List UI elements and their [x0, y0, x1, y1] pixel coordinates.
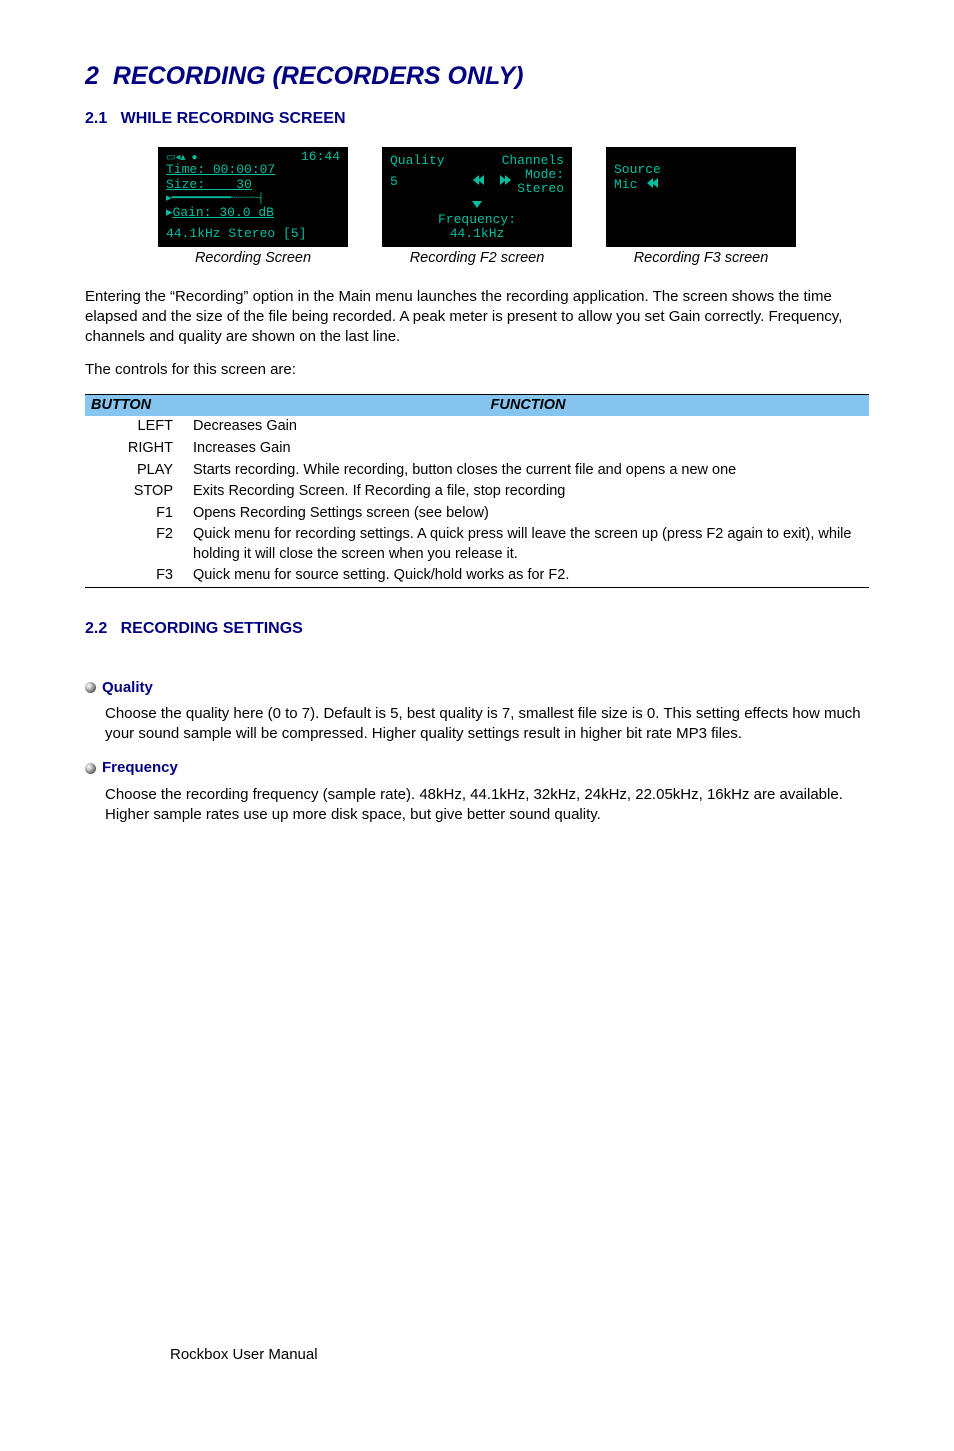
caption-f2: Recording F2 screen — [410, 249, 545, 269]
figure-f2: Quality Channels 5 Mode: Stereo Frequenc… — [382, 147, 572, 269]
setting-frequency-body: Choose the recording frequency (sample r… — [105, 785, 869, 826]
peak-meter: ▸━━━━━━━━━┄┄┄┄┤ — [166, 193, 340, 205]
bullet-icon — [85, 682, 96, 693]
table-row: PLAYStarts recording. While recording, b… — [85, 460, 869, 482]
button-cell: LEFT — [85, 416, 187, 438]
size-value: 30 — [236, 177, 252, 192]
table-header-row: BUTTON FUNCTION — [85, 394, 869, 416]
table-row: RIGHTIncreases Gain — [85, 438, 869, 460]
figure-f3: Source Mic Recording F3 screen — [606, 147, 796, 269]
gain-text: Gain: 30.0 dB — [173, 205, 274, 220]
table-row: F2Quick menu for recording settings. A q… — [85, 524, 869, 565]
table-row: F1Opens Recording Settings screen (see b… — [85, 503, 869, 525]
bullet-icon — [85, 763, 96, 774]
size-row: Size: 30 — [166, 178, 340, 192]
sub1-title: WHILE RECORDING SCREEN — [121, 110, 346, 127]
button-cell: STOP — [85, 481, 187, 503]
sub2-title: RECORDING SETTINGS — [121, 620, 303, 637]
caption-f3: Recording F3 screen — [634, 249, 769, 269]
setting-quality-head: Quality — [85, 678, 869, 698]
sub2-number: 2.2 — [85, 620, 107, 637]
subsection-2-2: 2.2 RECORDING SETTINGS — [85, 618, 869, 640]
lcd-recording: ▭◂▴ ● 16:44 Time: 00:00:07 Size: 30 ▸━━━… — [158, 147, 348, 247]
setting-frequency-head: Frequency — [85, 758, 869, 778]
clock: 16:44 — [301, 150, 340, 164]
table-row: STOPExits Recording Screen. If Recording… — [85, 481, 869, 503]
controls-lead: The controls for this screen are: — [85, 360, 869, 380]
controls-table: BUTTON FUNCTION LEFTDecreases Gain RIGHT… — [85, 394, 869, 588]
right-arrow-icon — [501, 175, 511, 189]
figure-row: ▭◂▴ ● 16:44 Time: 00:00:07 Size: 30 ▸━━━… — [85, 147, 869, 269]
time-row: Time: 00:00:07 — [166, 163, 340, 177]
subsection-2-1: 2.1 WHILE RECORDING SCREEN — [85, 108, 869, 130]
function-cell: Increases Gain — [187, 438, 869, 460]
lcd-f3: Source Mic — [606, 147, 796, 247]
time-label: Time: — [166, 162, 205, 177]
freq-value: 44.1kHz — [390, 227, 564, 241]
source-value: Mic — [614, 178, 637, 192]
section-text: RECORDING (RECORDERS ONLY) — [113, 62, 524, 90]
button-cell: PLAY — [85, 460, 187, 482]
button-cell: F2 — [85, 524, 187, 565]
left-arrow-icon — [647, 178, 657, 192]
function-cell: Exits Recording Screen. If Recording a f… — [187, 481, 869, 503]
section-number: 2 — [85, 62, 99, 90]
time-value: 00:00:07 — [213, 162, 275, 177]
mode-label: Mode: — [525, 167, 564, 182]
button-cell: F1 — [85, 503, 187, 525]
table-row: LEFTDecreases Gain — [85, 416, 869, 438]
left-arrow-icon — [473, 175, 483, 189]
button-cell: RIGHT — [85, 438, 187, 460]
header-button: BUTTON — [85, 394, 187, 416]
button-cell: F3 — [85, 565, 187, 587]
down-arrow-icon — [472, 201, 482, 208]
function-cell: Opens Recording Settings screen (see bel… — [187, 503, 869, 525]
channels-label: Channels — [502, 154, 564, 168]
caption-recording: Recording Screen — [195, 249, 311, 269]
setting-quality-title: Quality — [102, 678, 153, 698]
table-row: F3Quick menu for source setting. Quick/h… — [85, 565, 869, 587]
setting-quality-body: Choose the quality here (0 to 7). Defaul… — [105, 704, 869, 745]
setting-frequency-title: Frequency — [102, 758, 178, 778]
figure-recording: ▭◂▴ ● 16:44 Time: 00:00:07 Size: 30 ▸━━━… — [158, 147, 348, 269]
function-cell: Quick menu for source setting. Quick/hol… — [187, 565, 869, 587]
quality-label: Quality — [390, 154, 445, 168]
function-cell: Starts recording. While recording, butto… — [187, 460, 869, 482]
lcd-f2: Quality Channels 5 Mode: Stereo Frequenc… — [382, 147, 572, 247]
gain-row: ▸Gain: 30.0 dB — [166, 206, 340, 220]
sub1-number: 2.1 — [85, 110, 107, 127]
size-label: Size: — [166, 177, 205, 192]
quality-value: 5 — [390, 175, 398, 189]
function-cell: Quick menu for recording settings. A qui… — [187, 524, 869, 565]
intro-paragraph: Entering the “Recording” option in the M… — [85, 287, 869, 348]
freq-label: Frequency: — [390, 213, 564, 227]
section-title: 2 RECORDING (RECORDERS ONLY) — [85, 60, 869, 94]
format-row: 44.1kHz Stereo [5] — [166, 227, 340, 241]
footer-text: Rockbox User Manual — [170, 1345, 318, 1365]
mode-value: Stereo — [517, 181, 564, 196]
header-function: FUNCTION — [187, 394, 869, 416]
function-cell: Decreases Gain — [187, 416, 869, 438]
source-label: Source — [614, 163, 788, 177]
